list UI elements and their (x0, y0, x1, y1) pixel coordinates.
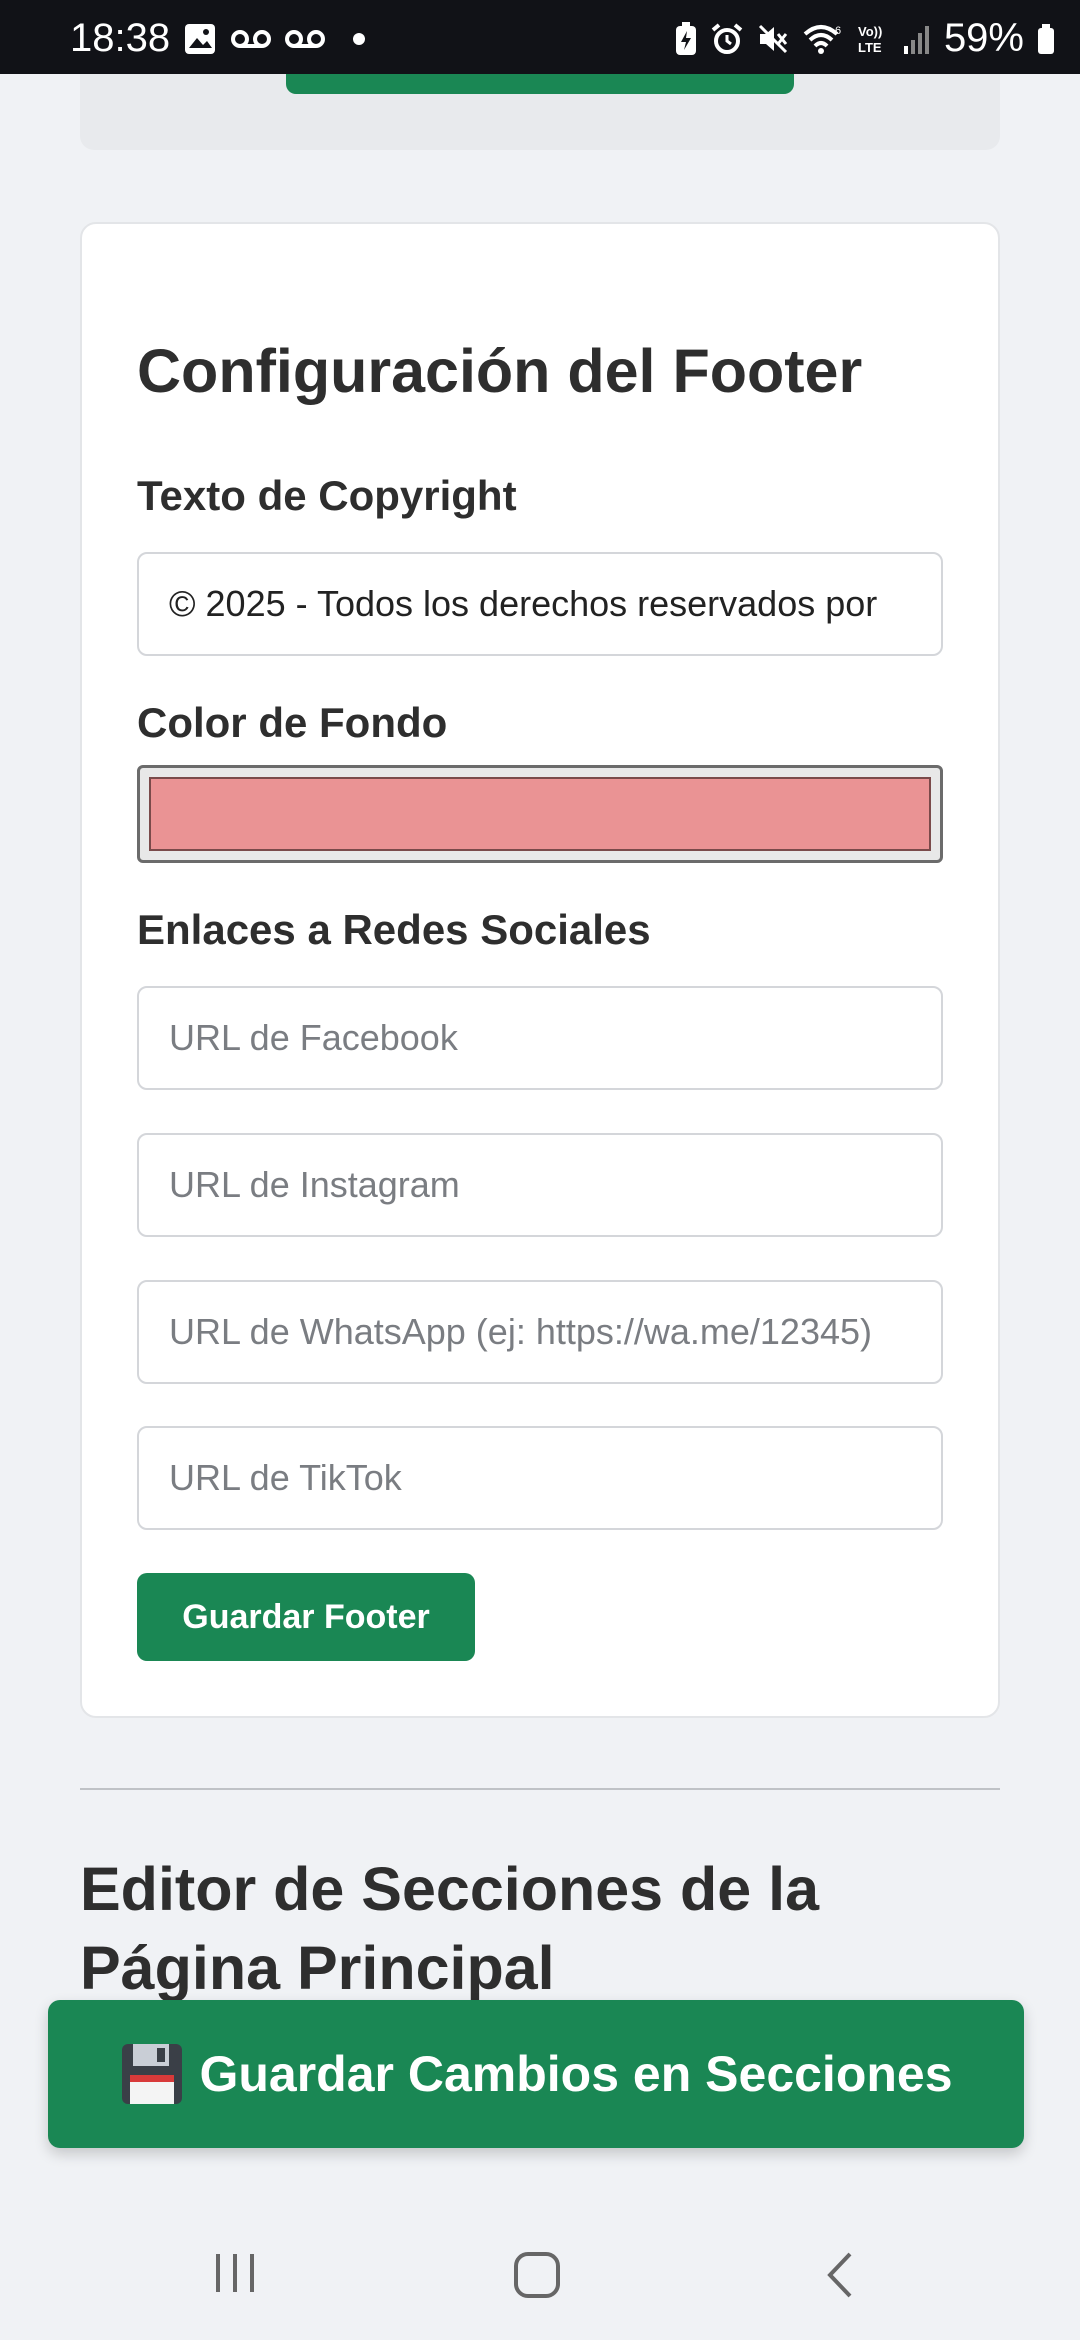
volte-icon: Vo))LTE (858, 24, 882, 55)
svg-text:LTE: LTE (858, 40, 882, 55)
social-links-label: Enlaces a Redes Sociales (137, 906, 651, 953)
navigation-bar (0, 2200, 1080, 2340)
dot-icon (353, 33, 365, 45)
alarm-icon (711, 22, 743, 54)
image-icon (185, 24, 215, 54)
recent-apps-icon[interactable] (212, 2250, 258, 2296)
bg-color-picker[interactable] (137, 765, 943, 863)
bg-color-label: Color de Fondo (137, 699, 448, 746)
battery-saver-icon (675, 21, 696, 55)
whatsapp-url-input[interactable] (137, 1280, 943, 1384)
back-icon[interactable] (822, 2250, 858, 2300)
copyright-label: Texto de Copyright (137, 472, 517, 519)
status-right-icons: 6 Vo)) LTE 59% (674, 16, 1056, 61)
voicemail-icon (285, 30, 325, 48)
section-divider (80, 1788, 1000, 1790)
svg-text:6: 6 (835, 25, 841, 37)
floppy-disk-icon (122, 2044, 183, 2104)
save-sections-button[interactable]: Guardar Cambios en Secciones (48, 2000, 1024, 2148)
footer-config-title: Configuración del Footer (137, 337, 863, 405)
tiktok-url-input[interactable] (137, 1426, 943, 1530)
svg-text:Vo)): Vo)) (858, 24, 882, 39)
copyright-input[interactable] (137, 552, 943, 656)
battery-icon (1038, 23, 1054, 54)
instagram-url-input[interactable] (137, 1133, 943, 1237)
bg-color-swatch (149, 777, 931, 851)
facebook-url-input[interactable] (137, 986, 943, 1090)
sections-editor-title: Editor de Secciones de la Página Princip… (80, 1855, 820, 2002)
status-bar: 18:38 6 Vo)) LTE 59% (0, 0, 1080, 74)
signal-icon (903, 25, 929, 54)
status-time: 18:38 (70, 16, 171, 60)
mute-icon (758, 24, 788, 53)
voicemail-icon (231, 30, 271, 48)
save-sections-label: Guardar Cambios en Secciones (199, 2046, 953, 2102)
home-icon[interactable] (512, 2250, 562, 2300)
status-left-icons (183, 22, 369, 56)
save-footer-button[interactable]: Guardar Footer (137, 1573, 475, 1661)
wifi-icon: 6 (803, 25, 841, 54)
battery-percent: 59% (943, 16, 1024, 60)
